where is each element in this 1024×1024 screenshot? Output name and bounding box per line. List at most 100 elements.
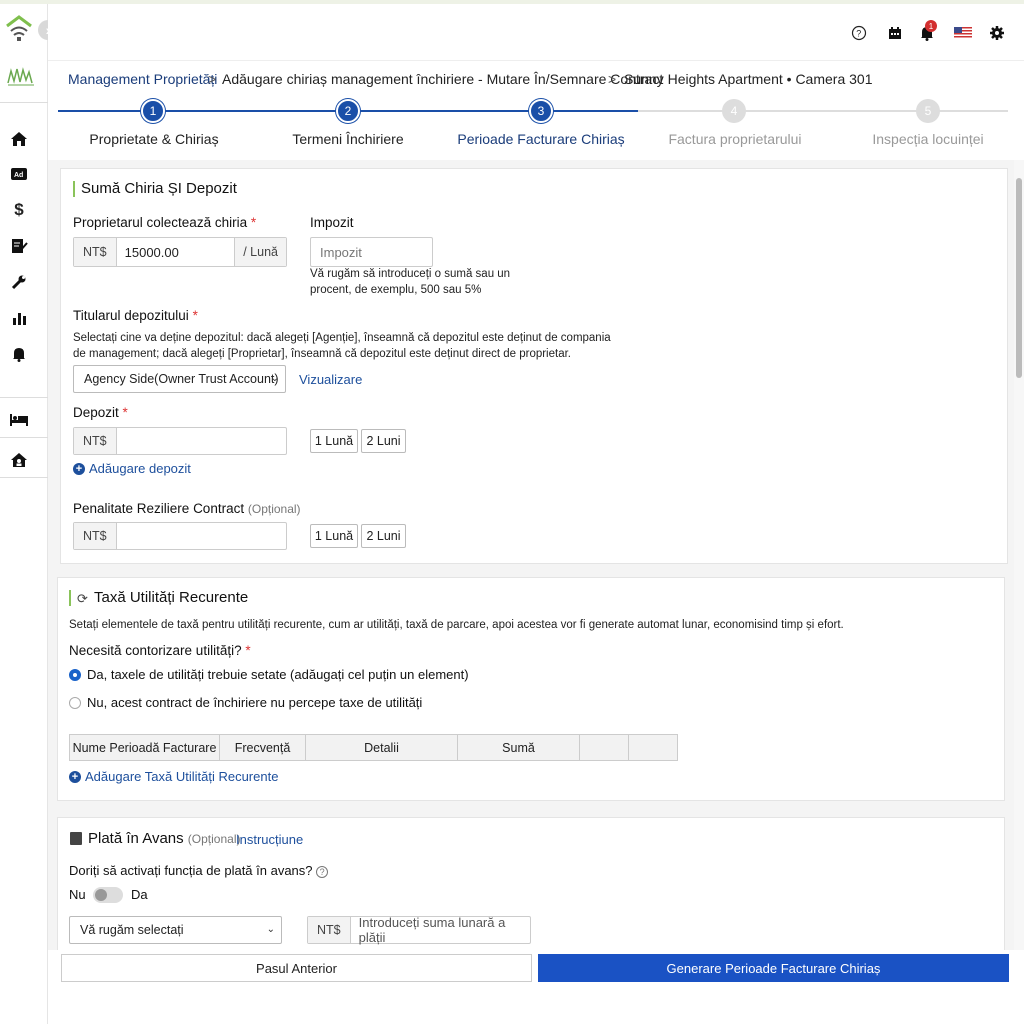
advance-payment-card: Plată în Avans (Opțional) Instrucțiune D… bbox=[57, 817, 1005, 950]
calendar-icon[interactable] bbox=[886, 24, 904, 42]
currency-prefix: NT$ bbox=[74, 238, 117, 266]
svg-text:?: ? bbox=[856, 29, 861, 39]
column-header: Sumă bbox=[457, 734, 580, 761]
metering-yes-radio[interactable] bbox=[69, 669, 81, 681]
brand-logo-icon bbox=[6, 62, 36, 90]
step-3-label[interactable]: Perioade Facturare Chiriaș bbox=[457, 131, 624, 147]
advance-period-select[interactable]: Vă rugăm selectați ⌄ bbox=[69, 916, 282, 944]
breadcrumb-current: Sunny Heights Apartment • Camera 301 bbox=[624, 71, 873, 87]
deposit-input[interactable]: NT$ bbox=[73, 427, 287, 455]
deposit-one-month-button[interactable]: 1 Lună bbox=[310, 429, 358, 453]
advance-amount-input[interactable]: NT$ Introduceți suma lunară a plății bbox=[307, 915, 531, 945]
advance-select-value: Vă rugăm selectați bbox=[80, 923, 184, 937]
bed-icon[interactable] bbox=[8, 409, 30, 431]
step-1-label[interactable]: Proprietate & Chiriaș bbox=[89, 131, 218, 147]
deposit-value[interactable] bbox=[117, 428, 286, 454]
contract-sign-icon[interactable] bbox=[8, 235, 30, 257]
column-header bbox=[628, 734, 678, 761]
generate-billing-periods-button[interactable]: Generare Perioade Facturare Chiriaș bbox=[538, 954, 1009, 982]
step-2-circle[interactable]: 2 bbox=[336, 99, 360, 123]
deposit-two-months-button[interactable]: 2 Luni bbox=[361, 429, 406, 453]
home-icon[interactable] bbox=[8, 128, 30, 150]
sidebar: Ad $ bbox=[0, 4, 48, 1024]
advance-card-title: Plată în Avans (Opțional) bbox=[88, 830, 241, 847]
bar-chart-icon[interactable] bbox=[8, 307, 30, 329]
deposit-label: Depozit * bbox=[73, 405, 128, 420]
breadcrumb-middle[interactable]: Adăugare chiriaș management închiriere -… bbox=[222, 71, 663, 87]
bell-icon[interactable] bbox=[8, 343, 30, 365]
dollar-icon[interactable]: $ bbox=[8, 199, 30, 221]
currency-prefix: NT$ bbox=[308, 917, 351, 943]
rent-card-title: Sumă Chiria ȘI Depozit bbox=[81, 180, 237, 197]
currency-prefix: NT$ bbox=[74, 523, 117, 549]
landlord-rent-label: Proprietarul colectează chiria * bbox=[73, 215, 257, 230]
logo-wifi-house-icon bbox=[4, 14, 34, 44]
step-1-circle[interactable]: 1 bbox=[141, 99, 165, 123]
previous-step-button[interactable]: Pasul Anterior bbox=[61, 954, 532, 982]
settings-gear-icon[interactable] bbox=[988, 24, 1006, 42]
column-header: Frecvență bbox=[219, 734, 306, 761]
add-utility-link[interactable]: + Adăugare Taxă Utilități Recurente bbox=[69, 769, 278, 784]
notification-badge: 1 bbox=[925, 20, 937, 32]
penalty-value[interactable] bbox=[117, 523, 286, 549]
help-circle-icon: ? bbox=[316, 866, 329, 878]
plus-circle-icon: + bbox=[73, 462, 85, 475]
tax-input[interactable]: Impozit bbox=[310, 237, 433, 267]
metering-no-radio[interactable] bbox=[69, 697, 81, 709]
utility-fees-card: ⟳ Taxă Utilități Recurente Setați elemen… bbox=[57, 577, 1005, 801]
add-deposit-link[interactable]: + Adăugare depozit bbox=[73, 461, 191, 476]
chevron-down-icon: ⌄ bbox=[266, 924, 275, 935]
scrollbar-thumb[interactable] bbox=[1016, 178, 1022, 378]
instructions-link[interactable]: Instrucțiune bbox=[236, 832, 303, 847]
breadcrumb-separator: > bbox=[608, 71, 617, 87]
utility-description: Setați elementele de taxă pentru utilită… bbox=[69, 619, 844, 631]
us-flag-icon[interactable] bbox=[953, 24, 973, 42]
scrollbar[interactable] bbox=[1014, 160, 1024, 950]
advance-payment-toggle[interactable] bbox=[93, 887, 123, 903]
breadcrumb-root[interactable]: Management Proprietăți bbox=[68, 71, 217, 87]
chevron-down-icon: ⌄ bbox=[270, 373, 279, 384]
utility-table: Nume Perioadă Facturare Frecvență Detali… bbox=[69, 734, 678, 761]
metering-label: Necesită contorizare utilități? * bbox=[69, 643, 251, 658]
breadcrumb: Management Proprietăți > Adăugare chiria… bbox=[48, 60, 1024, 98]
top-bar: ? 1 bbox=[48, 4, 1024, 60]
form-content: Sumă Chiria ȘI Depozit Proprietarul cole… bbox=[48, 160, 1014, 950]
toggle-on-label: Da bbox=[131, 887, 148, 902]
step-3-circle[interactable]: 3 bbox=[529, 99, 553, 123]
step-4-circle: 4 bbox=[722, 99, 746, 123]
tax-label: Impozit bbox=[310, 215, 354, 230]
refresh-icon: ⟳ bbox=[77, 591, 88, 606]
step-5-circle: 5 bbox=[916, 99, 940, 123]
advance-amount-placeholder[interactable]: Introduceți suma lunară a plății bbox=[351, 915, 530, 945]
house-user-icon[interactable] bbox=[8, 449, 30, 471]
view-link[interactable]: Vizualizare bbox=[299, 372, 362, 387]
step-2-label[interactable]: Termeni Închiriere bbox=[292, 131, 403, 147]
toggle-off-label: Nu bbox=[69, 887, 86, 902]
metering-no-label[interactable]: Nu, acest contract de închiriere nu perc… bbox=[87, 695, 422, 710]
plus-circle-icon: + bbox=[69, 770, 81, 783]
penalty-input[interactable]: NT$ bbox=[73, 522, 287, 550]
help-icon[interactable]: ? bbox=[850, 24, 868, 42]
currency-prefix: NT$ bbox=[74, 428, 117, 454]
step-5-label: Inspecția locuinței bbox=[872, 131, 984, 147]
column-header: Detalii bbox=[305, 734, 458, 761]
step-4-label: Factura proprietarului bbox=[668, 131, 802, 147]
metering-yes-label[interactable]: Da, taxele de utilități trebuie setate (… bbox=[87, 667, 469, 682]
rent-period-suffix: / Lună bbox=[234, 238, 286, 266]
ad-icon[interactable]: Ad bbox=[8, 163, 30, 185]
rent-amount-input[interactable]: NT$ 15000.00 / Lună bbox=[73, 237, 287, 267]
tax-hint: Vă rugăm să introduceți o sumă sau un pr… bbox=[310, 268, 511, 296]
penalty-two-months-button[interactable]: 2 Luni bbox=[361, 524, 406, 548]
book-icon bbox=[70, 832, 82, 845]
progress-stepper: 1 2 3 4 5 Proprietate & Chiriaș Termeni … bbox=[48, 98, 1024, 160]
wrench-icon[interactable] bbox=[8, 271, 30, 293]
penalty-one-month-button[interactable]: 1 Lună bbox=[310, 524, 358, 548]
svg-text:Ad: Ad bbox=[14, 172, 23, 179]
utility-table-header-row: Nume Perioadă Facturare Frecvență Detali… bbox=[69, 734, 678, 761]
rent-amount-value[interactable]: 15000.00 bbox=[117, 238, 235, 266]
footer-actions: Pasul Anterior Generare Perioade Factura… bbox=[48, 950, 1024, 1024]
column-header bbox=[579, 734, 629, 761]
deposit-holder-select[interactable]: Agency Side(Owner Trust Account) ⌄ bbox=[73, 365, 286, 393]
add-deposit-label: Adăugare depozit bbox=[89, 461, 191, 476]
rent-deposit-card: Sumă Chiria ȘI Depozit Proprietarul cole… bbox=[60, 168, 1008, 564]
